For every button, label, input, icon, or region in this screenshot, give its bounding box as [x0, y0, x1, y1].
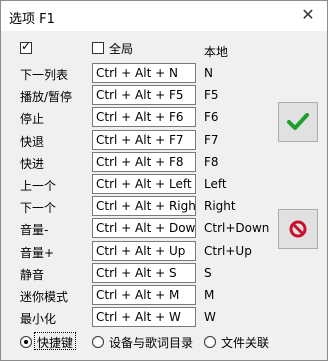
ok-button[interactable]	[278, 102, 318, 142]
tab-file-assoc-radio[interactable]	[204, 336, 216, 348]
row-label: 音量-	[20, 223, 49, 237]
window-title: 选项 F1	[9, 12, 55, 27]
local-hotkey: F7	[204, 133, 219, 147]
green-checkmark-icon	[287, 113, 309, 130]
hotkey-input[interactable]: Ctrl + Alt + W	[92, 307, 196, 327]
local-hotkey: N	[204, 66, 213, 80]
select-all-checkbox[interactable]: ✓	[20, 39, 32, 54]
local-hotkey: Right	[204, 199, 236, 213]
row-label: 音量+	[20, 246, 55, 260]
row-label: 下一列表	[20, 68, 69, 82]
local-hotkey: Ctrl+Down	[204, 221, 270, 235]
local-label: 本地	[204, 45, 229, 59]
row-label: 播放/暂停	[20, 90, 73, 104]
row-label: 快进	[20, 157, 45, 171]
tab-hotkeys-label[interactable]: 快捷键	[37, 334, 73, 351]
row-label: 最小化	[20, 312, 57, 326]
hotkey-input[interactable]: Ctrl + Alt + Down	[92, 218, 196, 238]
global-label: 全局	[109, 42, 134, 56]
hotkey-input[interactable]: Ctrl + Alt + Right	[92, 196, 196, 216]
hotkey-input[interactable]: Ctrl + Alt + N	[92, 63, 196, 83]
hotkey-input[interactable]: Ctrl + Alt + M	[92, 285, 196, 305]
tab-devices-radio[interactable]	[92, 336, 104, 348]
local-hotkey: W	[204, 310, 216, 324]
local-hotkey: S	[204, 266, 212, 280]
local-hotkey: M	[204, 288, 215, 302]
local-hotkey: F5	[204, 88, 219, 102]
hotkey-input[interactable]: Ctrl + Alt + F8	[92, 152, 196, 172]
hotkey-input[interactable]: Ctrl + Alt + F6	[92, 107, 196, 127]
local-hotkey: F8	[204, 155, 219, 169]
hotkey-input[interactable]: Ctrl + Alt + Up	[92, 241, 196, 261]
local-hotkey: Ctrl+Up	[204, 244, 252, 258]
row-label: 停止	[20, 112, 45, 126]
tab-file-assoc-label[interactable]: 文件关联	[221, 334, 269, 351]
cancel-button[interactable]	[278, 209, 318, 249]
radio-dot	[24, 340, 28, 344]
hotkey-input[interactable]: Ctrl + Alt + Left	[92, 174, 196, 194]
row-label: 上一个	[20, 179, 57, 193]
local-hotkey: F6	[204, 110, 219, 124]
row-label: 快退	[20, 135, 45, 149]
hotkey-input[interactable]: Ctrl + Alt + F7	[92, 130, 196, 150]
hotkey-input[interactable]: Ctrl + Alt + F5	[92, 85, 196, 105]
options-dialog: 选项 F1 ✕ ✓ 全局 本地 下一列表 Ctrl + Alt + N N 播放/暂停…	[0, 0, 328, 361]
row-label: 迷你模式	[20, 290, 69, 304]
tab-hotkeys-radio[interactable]	[20, 336, 32, 348]
local-hotkey: Left	[204, 177, 227, 191]
row-label: 静音	[20, 268, 45, 282]
title-bar: 选项 F1 ✕	[1, 1, 327, 31]
row-label: 下一个	[20, 201, 57, 215]
checkmark-icon: ✓	[21, 39, 32, 53]
global-checkbox[interactable]	[92, 42, 104, 54]
red-prohibited-icon	[289, 220, 307, 238]
tab-devices-label[interactable]: 设备与歌词目录	[109, 334, 193, 351]
close-button[interactable]: ✕	[298, 5, 318, 25]
hotkey-input[interactable]: Ctrl + Alt + S	[92, 263, 196, 283]
